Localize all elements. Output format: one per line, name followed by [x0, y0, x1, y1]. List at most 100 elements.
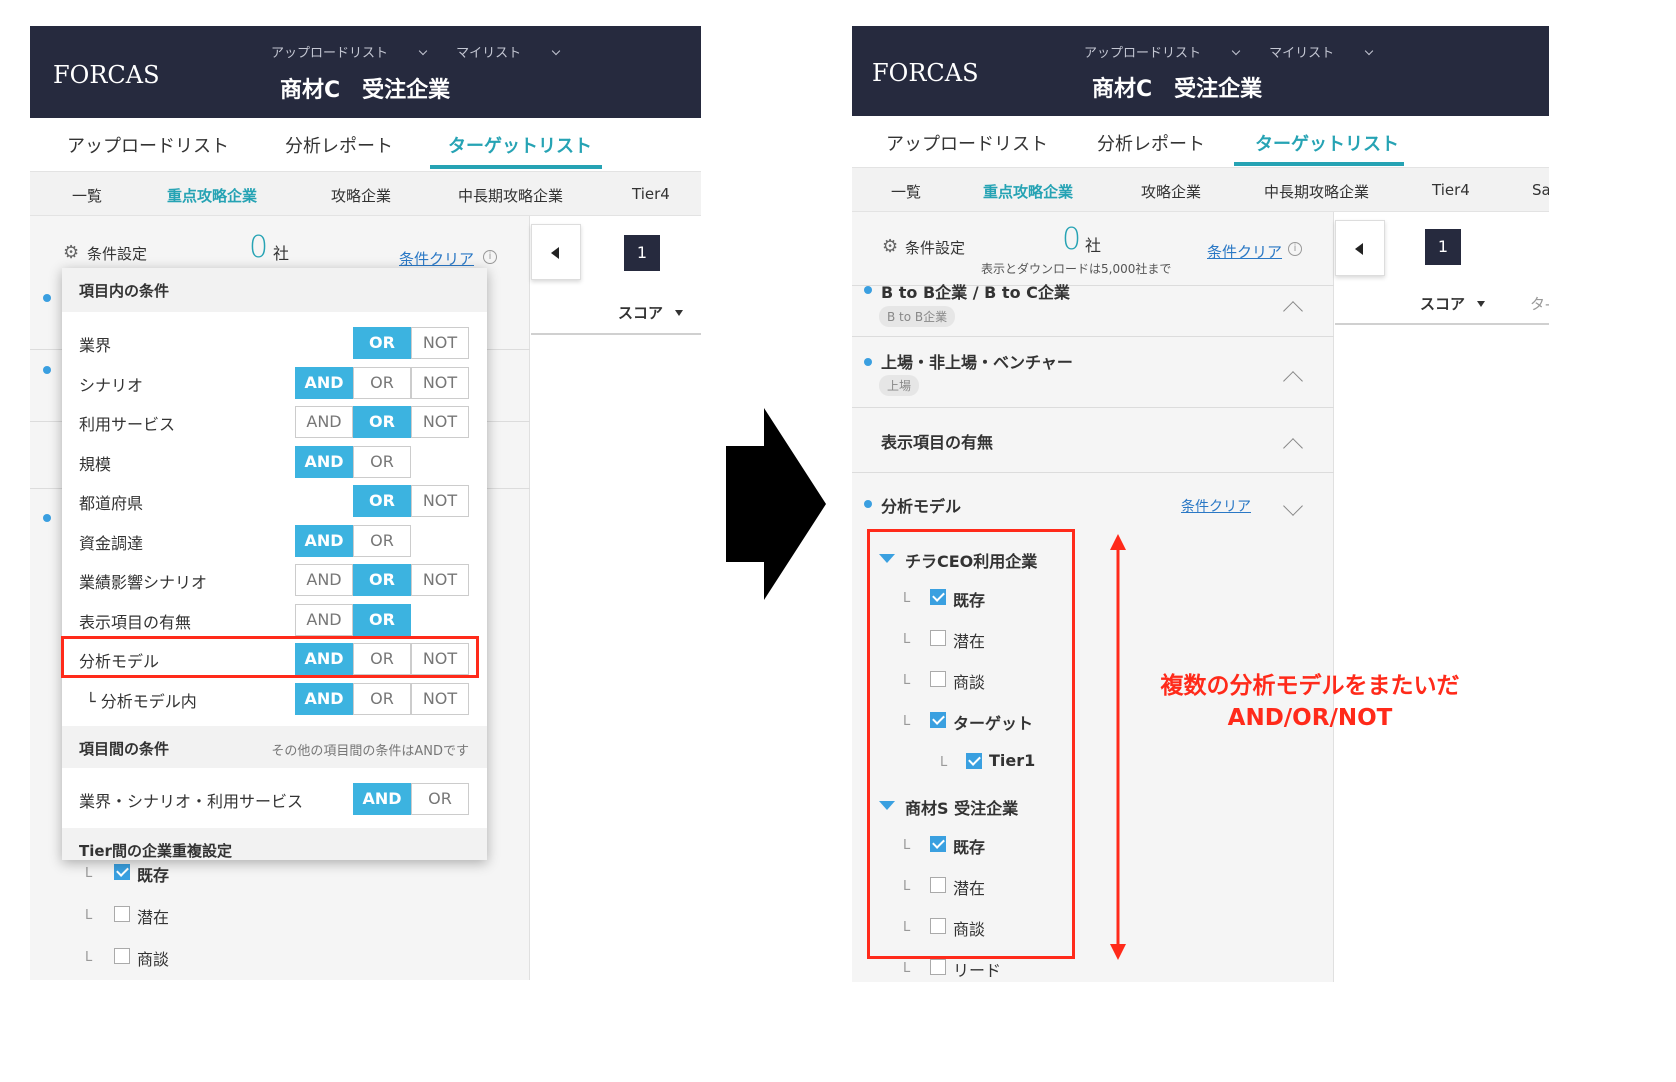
gear-icon[interactable]: ⚙	[63, 242, 79, 263]
info-icon[interactable]: i	[483, 250, 497, 264]
subtab-all[interactable]: 一覧	[72, 185, 102, 206]
row-label: 利用サービス	[79, 415, 176, 434]
and-button[interactable]: AND	[295, 604, 353, 636]
and-button[interactable]: AND	[295, 683, 353, 715]
tab-target-list[interactable]: ターゲットリスト	[1255, 130, 1399, 156]
or-button[interactable]: OR	[353, 485, 411, 517]
or-button[interactable]: OR	[353, 525, 411, 557]
and-button[interactable]: AND	[295, 564, 353, 596]
subtab-all[interactable]: 一覧	[891, 181, 921, 202]
chevron-down-icon	[418, 46, 428, 56]
menu-my-list[interactable]: マイリスト	[456, 46, 561, 61]
forcas-logo[interactable]: FORCAS	[53, 61, 160, 89]
page-number[interactable]: 1	[1425, 229, 1461, 265]
section-tier-overlap: Tier間の企業重複設定	[62, 828, 487, 860]
not-button[interactable]: NOT	[411, 564, 469, 596]
or-button[interactable]: OR	[353, 406, 411, 438]
subtab-long-term[interactable]: 中長期攻略企業	[458, 185, 563, 206]
collapse-sidebar-button[interactable]	[1335, 220, 1385, 276]
logic-row-funding: 資金調達 AND OR	[62, 520, 487, 560]
and-button[interactable]: AND	[295, 525, 353, 557]
chevron-down-icon[interactable]	[1283, 496, 1303, 516]
or-button[interactable]: OR	[353, 327, 411, 359]
chevron-up-icon[interactable]	[1283, 438, 1303, 458]
row-label: 規模	[79, 455, 112, 474]
forcas-logo[interactable]: FORCAS	[872, 59, 979, 87]
gear-icon[interactable]: ⚙	[882, 236, 898, 257]
or-button[interactable]: OR	[353, 446, 411, 478]
row-label: └ 分析モデル内	[86, 692, 197, 711]
highlight-box	[867, 529, 1075, 959]
condition-row-listing[interactable]: 上場・非上場・ベンチャー	[881, 349, 1073, 373]
row-label: 都道府県	[79, 494, 144, 513]
and-button[interactable]: AND	[295, 446, 353, 478]
or-button[interactable]: OR	[353, 683, 411, 715]
tab-analysis-report[interactable]: 分析レポート	[285, 132, 393, 158]
and-button[interactable]: AND	[295, 367, 353, 399]
subtab-sa[interactable]: Sa	[1532, 181, 1549, 199]
and-button[interactable]: AND	[295, 406, 353, 438]
menu-upload-list[interactable]: アップロードリスト	[271, 46, 428, 61]
chevron-up-icon[interactable]	[1283, 301, 1303, 321]
section-within-item: 項目内の条件	[62, 268, 487, 312]
not-button[interactable]: NOT	[411, 327, 469, 359]
sub-tabs: 一覧 重点攻略企業 攻略企業 中長期攻略企業 Tier4	[30, 172, 701, 216]
page-number[interactable]: 1	[624, 235, 660, 271]
item-label: 既存	[137, 866, 170, 885]
clear-conditions-link[interactable]: 条件クリア	[399, 248, 474, 269]
menu-my-list[interactable]: マイリスト	[1269, 46, 1374, 61]
model-clear-link[interactable]: 条件クリア	[1181, 496, 1251, 516]
condition-settings-label[interactable]: 条件設定	[905, 237, 965, 258]
row-label: 業界	[79, 336, 112, 355]
or-button[interactable]: OR	[353, 367, 411, 399]
not-button[interactable]: NOT	[411, 683, 469, 715]
main-tabs: アップロードリスト 分析レポート ターゲットリスト	[30, 118, 701, 172]
condition-settings-label[interactable]: 条件設定	[87, 243, 147, 264]
checkbox-existing[interactable]	[114, 864, 130, 880]
subtab-target[interactable]: 攻略企業	[1141, 181, 1201, 202]
condition-row-btob[interactable]: B to B企業 / B to C企業	[881, 279, 1070, 303]
chevron-up-icon[interactable]	[1283, 371, 1303, 391]
checkbox-negotiation[interactable]	[114, 948, 130, 964]
subtab-long-term[interactable]: 中長期攻略企業	[1264, 181, 1369, 202]
logic-row-scenario: シナリオ AND OR NOT	[62, 362, 487, 402]
bullet-icon	[864, 358, 872, 366]
chevron-down-icon	[1364, 46, 1374, 56]
condition-row-display-items[interactable]: 表示項目の有無	[881, 429, 993, 453]
checkbox-lead[interactable]	[930, 959, 946, 975]
result-count: 0	[249, 230, 269, 265]
sort-down-icon	[675, 310, 684, 316]
tab-target-list[interactable]: ターゲットリスト	[448, 132, 592, 158]
app-header: FORCAS アップロードリスト マイリスト 商材C 受注企業	[852, 26, 1549, 116]
collapse-sidebar-button[interactable]	[531, 224, 581, 280]
or-button[interactable]: OR	[411, 783, 469, 815]
tab-analysis-report[interactable]: 分析レポート	[1097, 130, 1205, 156]
tree-line-icon: L	[903, 961, 911, 976]
next-column-header[interactable]: タ-	[1530, 293, 1549, 314]
tab-upload-list[interactable]: アップロードリスト	[67, 132, 229, 158]
analysis-model-title[interactable]: 分析モデル	[881, 493, 961, 517]
subtab-tier4[interactable]: Tier4	[632, 185, 670, 203]
subtab-target[interactable]: 攻略企業	[331, 185, 391, 206]
list-divider	[531, 333, 701, 335]
clear-conditions-link[interactable]: 条件クリア	[1207, 241, 1282, 262]
and-button[interactable]: AND	[353, 783, 411, 815]
checkbox-potential[interactable]	[114, 906, 130, 922]
subtab-priority[interactable]: 重点攻略企業	[167, 185, 257, 206]
menu-upload-list[interactable]: アップロードリスト	[1084, 46, 1241, 61]
score-column-header[interactable]: スコア	[618, 302, 684, 323]
header-menu: アップロードリスト マイリスト	[271, 42, 585, 61]
logic-row-display-items: 表示項目の有無 AND OR	[62, 599, 487, 639]
subtab-tier4[interactable]: Tier4	[1432, 181, 1470, 199]
bullet-icon	[43, 366, 51, 374]
row-label: 業績影響シナリオ	[79, 573, 208, 592]
not-button[interactable]: NOT	[411, 367, 469, 399]
info-icon[interactable]: i	[1288, 242, 1302, 256]
or-button[interactable]: OR	[353, 604, 411, 636]
not-button[interactable]: NOT	[411, 485, 469, 517]
score-column-header[interactable]: スコア	[1420, 293, 1486, 314]
or-button[interactable]: OR	[353, 564, 411, 596]
tab-upload-list[interactable]: アップロードリスト	[886, 130, 1048, 156]
not-button[interactable]: NOT	[411, 406, 469, 438]
subtab-priority[interactable]: 重点攻略企業	[983, 181, 1073, 202]
